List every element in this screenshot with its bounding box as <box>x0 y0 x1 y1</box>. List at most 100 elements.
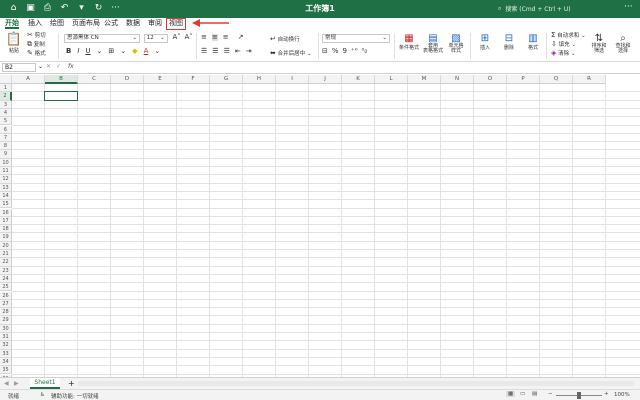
italic-icon[interactable]: I <box>77 48 79 55</box>
row-header[interactable]: 15 <box>0 200 12 209</box>
bold-icon[interactable]: B <box>66 48 71 55</box>
align-middle-icon[interactable]: ≡ <box>211 34 218 41</box>
column-header[interactable]: K <box>342 75 375 84</box>
row-header[interactable]: 5 <box>0 117 12 126</box>
cell-styles-button[interactable]: ▧ 单元格 样式 <box>446 33 466 54</box>
row-header[interactable]: 22 <box>0 258 12 267</box>
find-select-button[interactable]: ⌕ 查找和 选择 <box>612 33 634 54</box>
clear-button[interactable]: ◈ 清除 ⌄ <box>551 50 586 59</box>
number-format-select[interactable]: 常规 ⌄ <box>322 34 390 43</box>
row-header[interactable]: 21 <box>0 250 12 259</box>
row-header[interactable]: 16 <box>0 208 12 217</box>
function-icon[interactable]: fx <box>68 63 74 70</box>
chevron-down-icon[interactable]: ⌄ <box>38 63 43 70</box>
align-bottom-icon[interactable]: ≡ <box>223 34 229 41</box>
column-header[interactable]: Q <box>540 75 573 84</box>
indent-increase-icon[interactable]: ⇥ <box>246 48 252 55</box>
row-header[interactable]: 28 <box>0 308 12 317</box>
row-header[interactable]: 7 <box>0 133 12 143</box>
percent-icon[interactable]: % <box>332 48 339 55</box>
tab-formulas[interactable]: 公式 <box>104 18 118 29</box>
row-header[interactable]: 35 <box>0 366 12 375</box>
insert-cells-button[interactable]: ⊞ 插入 <box>476 33 494 51</box>
dropdown-icon[interactable]: ⌄ <box>97 48 103 55</box>
column-header[interactable]: J <box>309 75 342 84</box>
column-header[interactable]: G <box>210 75 243 84</box>
sort-filter-button[interactable]: ⇅ 排序和 筛选 <box>589 33 609 54</box>
row-header[interactable]: 12 <box>0 175 12 184</box>
underline-icon[interactable]: U <box>85 48 90 55</box>
add-sheet-button[interactable]: + <box>68 379 75 388</box>
tab-insert[interactable]: 插入 <box>28 18 42 29</box>
conditional-format-button[interactable]: ▦ 条件格式 <box>398 33 420 51</box>
row-header[interactable]: 29 <box>0 316 12 325</box>
row-header[interactable]: 4 <box>0 108 12 118</box>
selected-cell-b2[interactable] <box>44 91 78 101</box>
column-header[interactable]: M <box>408 75 441 84</box>
align-left-icon[interactable]: ☰ <box>201 48 207 55</box>
more-options-icon[interactable]: ··· <box>624 2 633 12</box>
align-right-icon[interactable]: ☰ <box>224 48 230 55</box>
accessibility-status[interactable]: 辅助功能: 一切就绪 <box>51 392 99 400</box>
row-header[interactable]: 6 <box>0 125 12 134</box>
row-header[interactable]: 20 <box>0 241 12 250</box>
row-header[interactable]: 2 <box>0 92 12 101</box>
font-size-select[interactable]: 12 ⌄ <box>143 34 168 43</box>
tab-data[interactable]: 数据 <box>126 18 140 29</box>
row-header[interactable]: 1 <box>0 84 12 93</box>
decrease-decimal-icon[interactable]: ⁰₀ <box>362 48 368 55</box>
row-header[interactable]: 26 <box>0 291 12 300</box>
indent-decrease-icon[interactable]: ⇤ <box>235 48 241 55</box>
merge-center-button[interactable]: ⬌ 合并后居中 ⌄ <box>270 49 312 58</box>
row-header[interactable]: 33 <box>0 349 12 358</box>
row-header[interactable]: 13 <box>0 183 12 192</box>
dropdown-icon[interactable]: ⌄ <box>154 48 160 55</box>
page-break-view-icon[interactable]: ▤ <box>532 391 537 397</box>
font-name-select[interactable]: 思源黑体 CN ⌄ <box>64 34 140 43</box>
row-header[interactable]: 3 <box>0 100 12 109</box>
paste-button[interactable]: 📋 粘贴 <box>5 33 23 55</box>
zoom-slider-thumb[interactable] <box>577 392 581 399</box>
row-header[interactable]: 25 <box>0 283 12 292</box>
sheet-tab-sheet1[interactable]: Sheet1 <box>30 378 60 389</box>
format-as-table-button[interactable]: ▤ 套用 表格格式 <box>422 33 444 54</box>
borders-icon[interactable]: ⊞ <box>108 48 114 55</box>
normal-view-icon[interactable]: ▦ <box>506 391 516 397</box>
zoom-level[interactable]: 100% <box>614 392 630 398</box>
enter-icon[interactable]: ✓ <box>56 63 61 70</box>
accessibility-icon[interactable]: ♿ <box>40 392 45 398</box>
row-header[interactable]: 11 <box>0 167 12 176</box>
column-header[interactable]: B <box>45 75 78 84</box>
column-header[interactable]: E <box>144 75 177 84</box>
row-header[interactable]: 27 <box>0 299 12 309</box>
delete-cells-button[interactable]: ⊟ 删除 <box>500 33 518 51</box>
search-box[interactable]: ⌕ 搜索 (Cmd + Ctrl + U) <box>498 4 571 14</box>
worksheet-grid[interactable]: A B C D E F G H I J K L M N O P Q R 1 2 3 4 5 6 7 8 9 10 11 12 13 14 15 1… <box>0 75 640 377</box>
column-header[interactable]: A <box>12 75 45 84</box>
row-header[interactable]: 32 <box>0 341 12 350</box>
comma-icon[interactable]: 9 <box>343 48 347 55</box>
align-center-icon[interactable]: ☰ <box>212 48 218 55</box>
cancel-icon[interactable]: ✕ <box>46 63 51 70</box>
tab-draw[interactable]: 绘图 <box>50 18 64 29</box>
increase-decimal-icon[interactable]: ⁺⁰ <box>351 48 358 55</box>
column-header[interactable]: N <box>441 75 474 84</box>
align-top-icon[interactable]: ≡ <box>201 34 207 41</box>
row-header[interactable]: 8 <box>0 142 12 151</box>
row-header[interactable]: 14 <box>0 191 12 201</box>
row-header[interactable]: 10 <box>0 158 12 167</box>
decrease-font-icon[interactable]: A˅ <box>185 33 193 41</box>
format-painter-button[interactable]: ✎ 格式 <box>27 50 46 59</box>
column-header[interactable]: F <box>177 75 210 84</box>
row-header[interactable]: 31 <box>0 333 12 342</box>
row-header[interactable]: 9 <box>0 150 12 159</box>
column-header[interactable]: O <box>474 75 507 84</box>
row-header[interactable]: 19 <box>0 233 12 242</box>
row-header[interactable]: 18 <box>0 225 12 234</box>
horizontal-scrollbar[interactable] <box>78 381 634 386</box>
column-header[interactable]: L <box>375 75 408 84</box>
zoom-in-icon[interactable]: + <box>604 391 609 397</box>
tab-home[interactable]: 开始 <box>5 18 19 29</box>
tab-page-layout[interactable]: 页面布局 <box>72 18 100 29</box>
row-header[interactable]: 24 <box>0 274 12 284</box>
